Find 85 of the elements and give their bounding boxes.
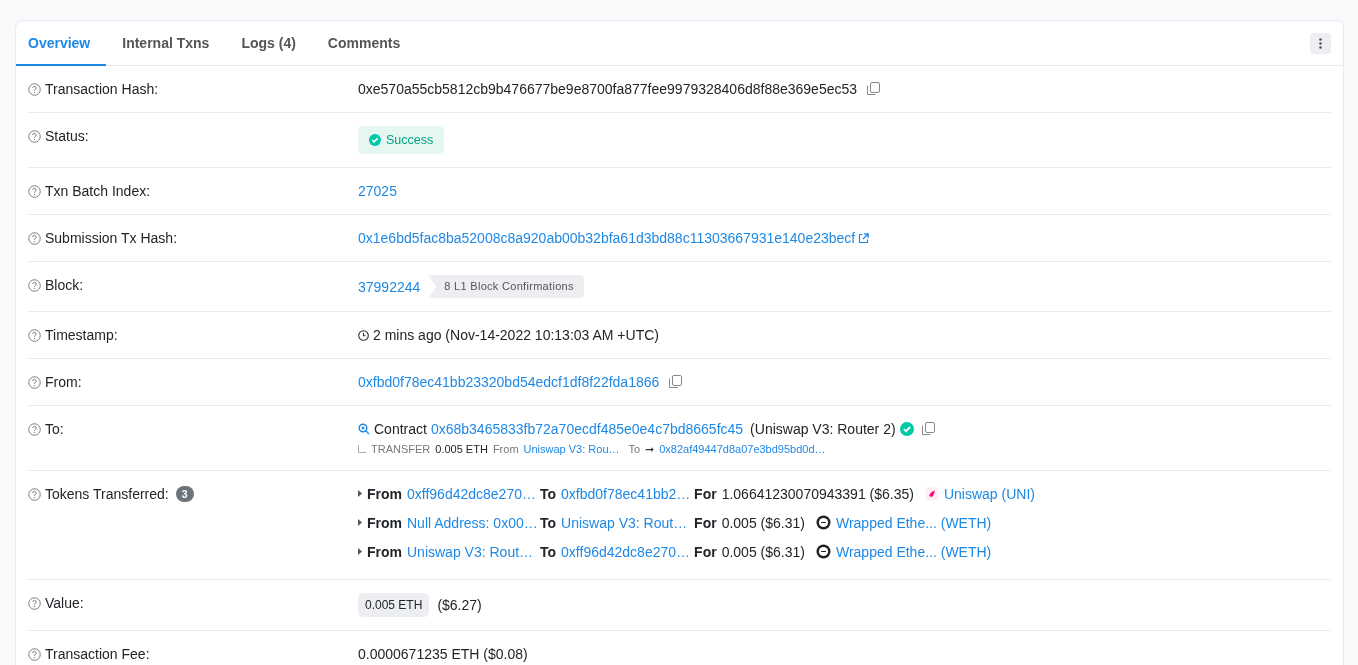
vertical-dots-icon (1319, 37, 1322, 49)
help-icon (28, 596, 41, 610)
field-label: From: (45, 373, 82, 392)
external-link-icon[interactable] (858, 232, 870, 244)
to-link[interactable]: 0xff96d42dc8e270… (561, 543, 691, 560)
token-logo-icon (815, 544, 831, 559)
from-link[interactable]: Null Address: 0x00… (407, 514, 538, 531)
from-link[interactable]: 0xff96d42dc8e270… (407, 485, 536, 502)
tab[interactable]: Comments (311, 21, 417, 66)
to-label: To (540, 513, 557, 533)
from-label: From (367, 513, 402, 533)
for-label: For (694, 513, 717, 533)
tab[interactable]: Overview (16, 21, 107, 66)
more-menu-button[interactable] (1310, 32, 1331, 54)
tree-branch-icon (358, 445, 366, 453)
clock-icon (358, 329, 369, 341)
transfer-type: TRANSFER (371, 442, 431, 457)
to-link[interactable]: Uniswap V3: Rout… (561, 514, 688, 531)
field-label: Submission Tx Hash: (45, 229, 177, 248)
count-badge: 3 (175, 486, 194, 502)
to-link[interactable]: 0x82af49447d8a07e3bd95bd0d… (659, 441, 826, 457)
copy-icon[interactable] (669, 375, 683, 389)
help-icon (28, 422, 41, 436)
help-icon (28, 278, 41, 292)
tx-hash-link[interactable]: 0x1e6bd5fac8ba52008c8a920ab00b32bfa61d3bd88c11303667931e140e23becf (358, 228, 856, 248)
token-logo-icon (815, 515, 831, 530)
field-label: Timestamp: (45, 326, 118, 345)
field-label: Txn Batch Index: (45, 182, 151, 201)
from-label: From (492, 442, 519, 457)
help-icon (28, 375, 41, 389)
token-logo-icon (924, 486, 939, 501)
token-amount: 0.005 ($6.31) (721, 542, 805, 562)
caret-icon[interactable] (358, 519, 362, 526)
caret-icon[interactable] (358, 490, 362, 497)
block-link[interactable]: 37992244 (358, 276, 421, 297)
help-icon (28, 184, 41, 198)
copy-icon[interactable] (921, 422, 935, 436)
usd-value: ($6.27) (437, 596, 482, 615)
copy-icon[interactable] (867, 82, 881, 96)
field-label: Block: (45, 276, 84, 295)
hash-text: 0xe570a55cb5812cb9b476677be9e8700fa877fee9979328406d8f88e369e5ec53 (358, 80, 858, 99)
value-chip: 0.005 ETH (358, 593, 430, 617)
from-label: From (367, 484, 402, 504)
tab[interactable]: Logs (4) (225, 21, 312, 66)
help-icon (28, 328, 41, 342)
arrow-text: ➞ (645, 442, 655, 457)
field-label: Status: (45, 127, 89, 146)
field-label: Transaction Hash: (45, 80, 159, 99)
status-badge: Success (358, 126, 445, 154)
transfer-amount: 0.005 ETH (435, 442, 488, 457)
tab[interactable]: Internal Txns (106, 21, 226, 66)
batch-index-link[interactable]: 27025 (358, 181, 397, 201)
fee-text: 0.0000671235 ETH ($0.08) (358, 645, 528, 664)
token-link[interactable]: Uniswap (UNI) (943, 483, 1035, 504)
field-label: Value: (45, 594, 84, 613)
field-label: Transaction Fee: (45, 645, 150, 664)
to-label: To (628, 442, 641, 457)
token-link[interactable]: Wrapped Ethe... (WETH) (835, 512, 992, 533)
search-icon (358, 423, 370, 435)
caret-icon[interactable] (358, 548, 362, 555)
contract-link[interactable]: 0x68b3465833fb72a70ecdf485e0e4c7bd8665fc45 (430, 419, 744, 439)
to-label: To (540, 484, 557, 504)
help-icon (28, 231, 41, 245)
token-amount: 1.06641230070943391 ($6.35) (721, 484, 914, 504)
to-label: To (540, 542, 557, 562)
field-label: To: (45, 420, 64, 439)
check-circle-icon (369, 134, 381, 146)
token-amount: 0.005 ($6.31) (721, 513, 805, 533)
help-icon (28, 129, 41, 143)
help-icon (28, 82, 41, 96)
field-label: Tokens Transferred: (45, 485, 169, 504)
token-link[interactable]: Wrapped Ethe... (WETH) (835, 541, 992, 562)
to-link[interactable]: 0xfbd0f78ec41bb2… (561, 485, 691, 502)
timestamp-text: 2 mins ago (Nov-14-2022 10:13:03 AM +UTC) (373, 326, 659, 345)
contract-name: (Uniswap V3: Router 2) (750, 420, 896, 439)
help-icon (28, 647, 41, 661)
for-label: For (694, 542, 717, 562)
contract-label: Contract (374, 420, 427, 439)
help-icon (28, 487, 41, 501)
from-link[interactable]: Uniswap V3: Rou… (523, 441, 620, 457)
from-link[interactable]: Uniswap V3: Rout… (407, 543, 534, 560)
for-label: For (694, 484, 717, 504)
address-link[interactable]: 0xfbd0f78ec41bb23320bd54edcf1df8f22fda1866 (358, 372, 660, 392)
from-label: From (367, 542, 402, 562)
confirmations-tag: 8 L1 Block Confirmations (428, 275, 584, 298)
